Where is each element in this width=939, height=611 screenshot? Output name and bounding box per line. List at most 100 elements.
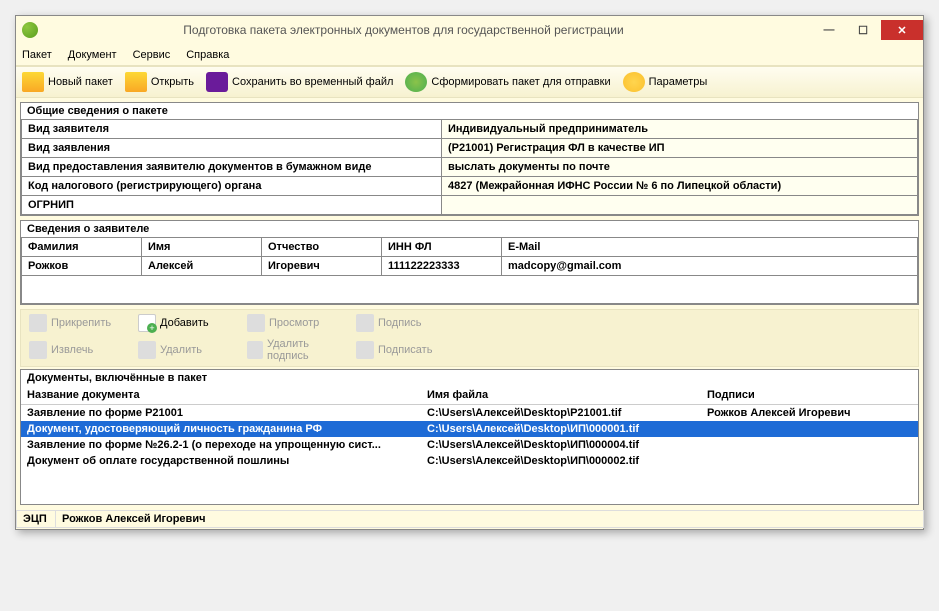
add-button[interactable]: Добавить	[134, 312, 239, 334]
doc-file-cell: C:\Users\Алексей\Desktop\ИП\000004.tif	[421, 437, 701, 453]
statusbar: ЭЦП Рожков Алексей Игоревич	[16, 509, 923, 529]
doc-sign-cell	[701, 421, 918, 437]
doc-name-cell: Заявление по форме №26.2-1 (о переходе н…	[21, 437, 421, 453]
general-row: Вид заявления(Р21001) Регистрация ФЛ в к…	[22, 139, 918, 158]
col-lastname: Фамилия	[22, 238, 142, 257]
status-eds: ЭЦП	[16, 510, 56, 528]
sign-label: Подпись	[378, 317, 422, 329]
folder-open-icon	[125, 72, 147, 92]
menu-packet[interactable]: Пакет	[22, 49, 52, 61]
general-row: Вид заявителяИндивидуальный предпринимат…	[22, 120, 918, 139]
general-value[interactable]	[442, 196, 918, 215]
doc-sign-cell	[701, 437, 918, 453]
open-button[interactable]: Открыть	[125, 72, 194, 92]
open-label: Открыть	[151, 76, 194, 88]
menu-document[interactable]: Документ	[68, 49, 117, 61]
app-icon	[22, 22, 38, 38]
attach-button: Прикрепить	[25, 312, 130, 334]
do-sign-icon	[356, 341, 374, 359]
general-value[interactable]: Индивидуальный предприниматель	[442, 120, 918, 139]
document-row[interactable]: Заявление по форме Р21001C:\Users\Алексе…	[21, 405, 918, 422]
extract-label: Извлечь	[51, 344, 93, 356]
applicant-group: Сведения о заявителе Фамилия Имя Отчеств…	[20, 220, 919, 305]
documents-table: Название документа Имя файла Подписи Зая…	[21, 386, 918, 469]
new-packet-button[interactable]: Новый пакет	[22, 72, 113, 92]
gear-icon	[623, 72, 645, 92]
maximize-button[interactable]: ☐	[847, 20, 879, 40]
general-info-title: Общие сведения о пакете	[21, 103, 918, 119]
document-row[interactable]: Документ об оплате государственной пошли…	[21, 453, 918, 469]
doc-name-cell: Документ, удостоверяющий личность гражда…	[21, 421, 421, 437]
delete-button: Удалить	[134, 336, 239, 364]
documents-title: Документы, включённые в пакет	[21, 370, 918, 386]
general-value[interactable]: выслать документы по почте	[442, 158, 918, 177]
documents-group: Документы, включённые в пакет Название д…	[20, 369, 919, 505]
view-icon	[247, 314, 265, 332]
delete-label: Удалить	[160, 344, 202, 356]
cell-middlename: Игоревич	[262, 257, 382, 276]
extract-icon	[29, 341, 47, 359]
col-inn: ИНН ФЛ	[382, 238, 502, 257]
add-icon	[138, 314, 156, 332]
menu-help[interactable]: Справка	[186, 49, 229, 61]
save-temp-button[interactable]: Сохранить во временный файл	[206, 72, 393, 92]
general-label: Вид предоставления заявителю документов …	[22, 158, 442, 177]
doc-file-cell: C:\Users\Алексей\Desktop\ИП\000002.tif	[421, 453, 701, 469]
save-icon	[206, 72, 228, 92]
doc-file-cell: C:\Users\Алексей\Desktop\P21001.tif	[421, 405, 701, 422]
attach-label: Прикрепить	[51, 317, 111, 329]
menu-service[interactable]: Сервис	[133, 49, 171, 61]
attach-icon	[29, 314, 47, 332]
cell-firstname: Алексей	[142, 257, 262, 276]
doc-name-cell: Заявление по форме Р21001	[21, 405, 421, 422]
documents-header-row: Название документа Имя файла Подписи	[21, 386, 918, 405]
cell-inn: 111122223333	[382, 257, 502, 276]
applicant-header-row: Фамилия Имя Отчество ИНН ФЛ E-Mail	[22, 238, 918, 257]
general-row: Вид предоставления заявителю документов …	[22, 158, 918, 177]
add-label: Добавить	[160, 317, 209, 329]
general-label: Вид заявления	[22, 139, 442, 158]
col-doc-sign: Подписи	[701, 386, 918, 405]
params-button[interactable]: Параметры	[623, 72, 708, 92]
general-value[interactable]: (Р21001) Регистрация ФЛ в качестве ИП	[442, 139, 918, 158]
cell-lastname: Рожков	[22, 257, 142, 276]
params-label: Параметры	[649, 76, 708, 88]
delete-sign-button: Удалить подпись	[243, 336, 348, 364]
new-packet-label: Новый пакет	[48, 76, 113, 88]
check-icon	[405, 72, 427, 92]
applicant-table: Фамилия Имя Отчество ИНН ФЛ E-Mail Рожко…	[21, 237, 918, 304]
delete-sign-icon	[247, 341, 263, 359]
general-info-table: Вид заявителяИндивидуальный предпринимат…	[21, 119, 918, 215]
col-firstname: Имя	[142, 238, 262, 257]
general-row: ОГРНИП	[22, 196, 918, 215]
view-label: Просмотр	[269, 317, 319, 329]
doc-sign-cell: Рожков Алексей Игоревич	[701, 405, 918, 422]
col-email: E-Mail	[502, 238, 918, 257]
delete-sign-label: Удалить подпись	[267, 338, 344, 362]
applicant-row[interactable]: Рожков Алексей Игоревич 111122223333 mad…	[22, 257, 918, 276]
window-title: Подготовка пакета электронных документов…	[46, 23, 811, 37]
close-button[interactable]: ✕	[881, 20, 923, 40]
content-area: Общие сведения о пакете Вид заявителяИнд…	[16, 98, 923, 509]
applicant-empty-space	[22, 276, 918, 304]
app-window: Подготовка пакета электронных документов…	[15, 15, 924, 530]
general-label: Вид заявителя	[22, 120, 442, 139]
col-doc-name: Название документа	[21, 386, 421, 405]
general-value[interactable]: 4827 (Межрайонная ИФНС России № 6 по Лип…	[442, 177, 918, 196]
save-temp-label: Сохранить во временный файл	[232, 76, 393, 88]
cell-email: madcopy@gmail.com	[502, 257, 918, 276]
folder-icon	[22, 72, 44, 92]
titlebar[interactable]: Подготовка пакета электронных документов…	[16, 16, 923, 44]
document-row[interactable]: Заявление по форме №26.2-1 (о переходе н…	[21, 437, 918, 453]
do-sign-button: Подписать	[352, 336, 457, 364]
view-button: Просмотр	[243, 312, 348, 334]
general-label: ОГРНИП	[22, 196, 442, 215]
applicant-title: Сведения о заявителе	[21, 221, 918, 237]
form-packet-button[interactable]: Сформировать пакет для отправки	[405, 72, 610, 92]
delete-icon	[138, 341, 156, 359]
sign-button: Подпись	[352, 312, 457, 334]
col-middlename: Отчество	[262, 238, 382, 257]
minimize-button[interactable]: —	[813, 20, 845, 40]
menubar: Пакет Документ Сервис Справка	[16, 44, 923, 66]
document-row[interactable]: Документ, удостоверяющий личность гражда…	[21, 421, 918, 437]
